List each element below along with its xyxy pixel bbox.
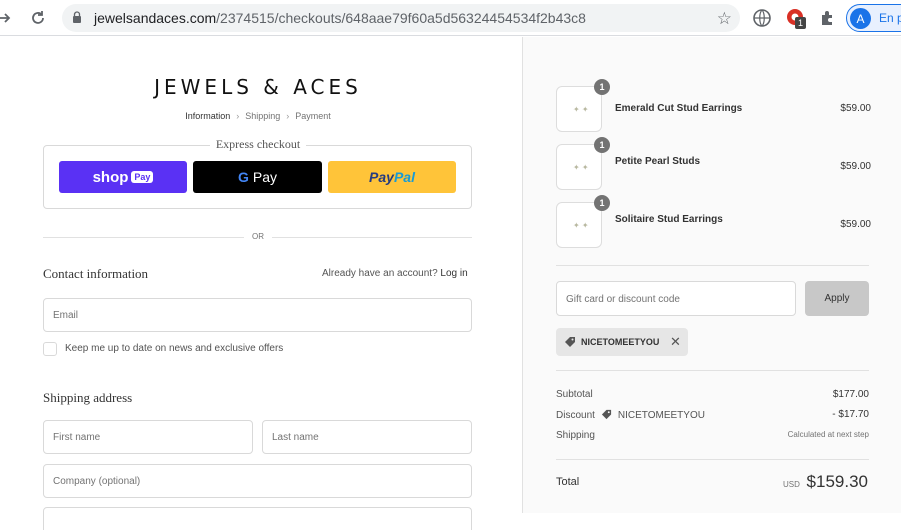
email-field[interactable]: Email [43, 298, 472, 332]
breadcrumb-information[interactable]: Information [185, 111, 230, 121]
discount-label: Discount [556, 410, 595, 421]
first-name-field[interactable]: First name [43, 420, 253, 454]
apply-button[interactable]: Apply [805, 281, 869, 316]
express-checkout-title: Express checkout [0, 137, 516, 152]
contact-information-title: Contact information [43, 266, 149, 281]
quantity-badge: 1 [594, 79, 610, 95]
chevron-right-icon: › [236, 111, 240, 121]
reload-icon[interactable] [26, 6, 50, 30]
product-thumbnail: ✦ ✦ [556, 202, 602, 248]
extension-badge: 1 [795, 17, 806, 29]
order-summary: ✦ ✦ 1 Emerald Cut Stud Earrings $59.00 ✦… [522, 37, 901, 513]
total-value: $159.30 [806, 472, 868, 491]
browser-toolbar: jewelsandaces.com/2374515/checkouts/648a… [0, 0, 901, 36]
puzzle-extensions-icon[interactable] [818, 8, 838, 28]
store-logo[interactable]: JEWELS & ACES [0, 75, 516, 99]
discount-code: NICETOMEETYOU [617, 410, 705, 421]
currency-code: USD [783, 480, 800, 489]
forward-arrow-icon[interactable] [0, 6, 16, 30]
subtotal-row: Subtotal $177.00 [556, 389, 869, 400]
google-pay-button[interactable]: G Pay [193, 161, 322, 193]
cart-item: ✦ ✦ 1 Petite Pearl Studs $59.00 [556, 137, 871, 192]
tag-icon [565, 337, 575, 347]
shipping-row: Shipping Calculated at next step [556, 430, 869, 441]
cart-item: ✦ ✦ 1 Emerald Cut Stud Earrings $59.00 [556, 79, 871, 134]
remove-discount-icon[interactable]: ✕ [670, 334, 681, 350]
company-field[interactable]: Company (optional) [43, 464, 472, 498]
tag-icon [601, 409, 611, 420]
product-price: $59.00 [840, 219, 871, 230]
product-name: Emerald Cut Stud Earrings [615, 103, 743, 114]
bookmark-star-icon[interactable]: ☆ [717, 9, 732, 29]
last-name-field[interactable]: Last name [262, 420, 472, 454]
quantity-badge: 1 [594, 195, 610, 211]
summary-divider [556, 265, 869, 266]
summary-divider [556, 370, 869, 371]
discount-row: Discount NICETOMEETYOU - $17.70 [556, 409, 869, 421]
profile-button[interactable]: A En p [846, 4, 901, 32]
earring-image-icon: ✦ ✦ [573, 105, 589, 114]
discount-value: - $17.70 [832, 409, 869, 420]
profile-label: En p [879, 11, 901, 25]
lock-icon [73, 11, 81, 23]
summary-divider [556, 459, 869, 460]
breadcrumb-shipping: Shipping [245, 111, 281, 121]
or-label: OR [0, 232, 516, 241]
shipping-address-title: Shipping address [43, 390, 133, 405]
url-text: jewelsandaces.com/2374515/checkouts/648a… [94, 10, 586, 26]
newsletter-label: Keep me up to date on news and exclusive… [65, 343, 284, 354]
earring-image-icon: ✦ ✦ [573, 221, 589, 230]
shipping-label: Shipping [556, 430, 595, 441]
product-thumbnail: ✦ ✦ [556, 86, 602, 132]
product-thumbnail: ✦ ✦ [556, 144, 602, 190]
applied-discount-code: NICETOMEETYOU [581, 337, 660, 347]
product-name: Petite Pearl Studs [615, 156, 701, 167]
checkout-main: JEWELS & ACES Information › Shipping › Payme… [0, 37, 522, 530]
shipping-value: Calculated at next step [787, 430, 869, 439]
address-field[interactable] [43, 507, 472, 530]
quantity-badge: 1 [594, 137, 610, 153]
avatar: A [850, 8, 871, 29]
extension-with-badge-icon[interactable]: 1 [786, 8, 806, 30]
cart-item: ✦ ✦ 1 Solitaire Stud Earrings $59.00 [556, 195, 871, 250]
google-g-icon: G [237, 169, 249, 185]
newsletter-checkbox[interactable] [43, 342, 57, 356]
breadcrumb-payment: Payment [295, 111, 331, 121]
applied-discount-tag: NICETOMEETYOU ✕ [556, 328, 688, 356]
paypal-button[interactable]: Pay Pal [328, 161, 456, 193]
product-price: $59.00 [840, 103, 871, 114]
subtotal-label: Subtotal [556, 389, 593, 400]
chevron-right-icon: › [286, 111, 290, 121]
address-bar[interactable]: jewelsandaces.com/2374515/checkouts/648a… [62, 4, 740, 32]
globe-extension-icon[interactable] [752, 8, 772, 28]
product-name: Solitaire Stud Earrings [615, 214, 723, 225]
product-price: $59.00 [840, 161, 871, 172]
earring-image-icon: ✦ ✦ [573, 163, 589, 172]
breadcrumb: Information › Shipping › Payment [0, 111, 516, 121]
subtotal-value: $177.00 [832, 389, 869, 400]
total-label: Total [556, 476, 580, 488]
shop-pay-button[interactable]: shop Pay [59, 161, 187, 193]
login-link[interactable]: Log in [440, 268, 467, 279]
account-prompt: Already have an account? Log in [322, 268, 468, 279]
discount-code-input[interactable]: Gift card or discount code [556, 281, 796, 316]
